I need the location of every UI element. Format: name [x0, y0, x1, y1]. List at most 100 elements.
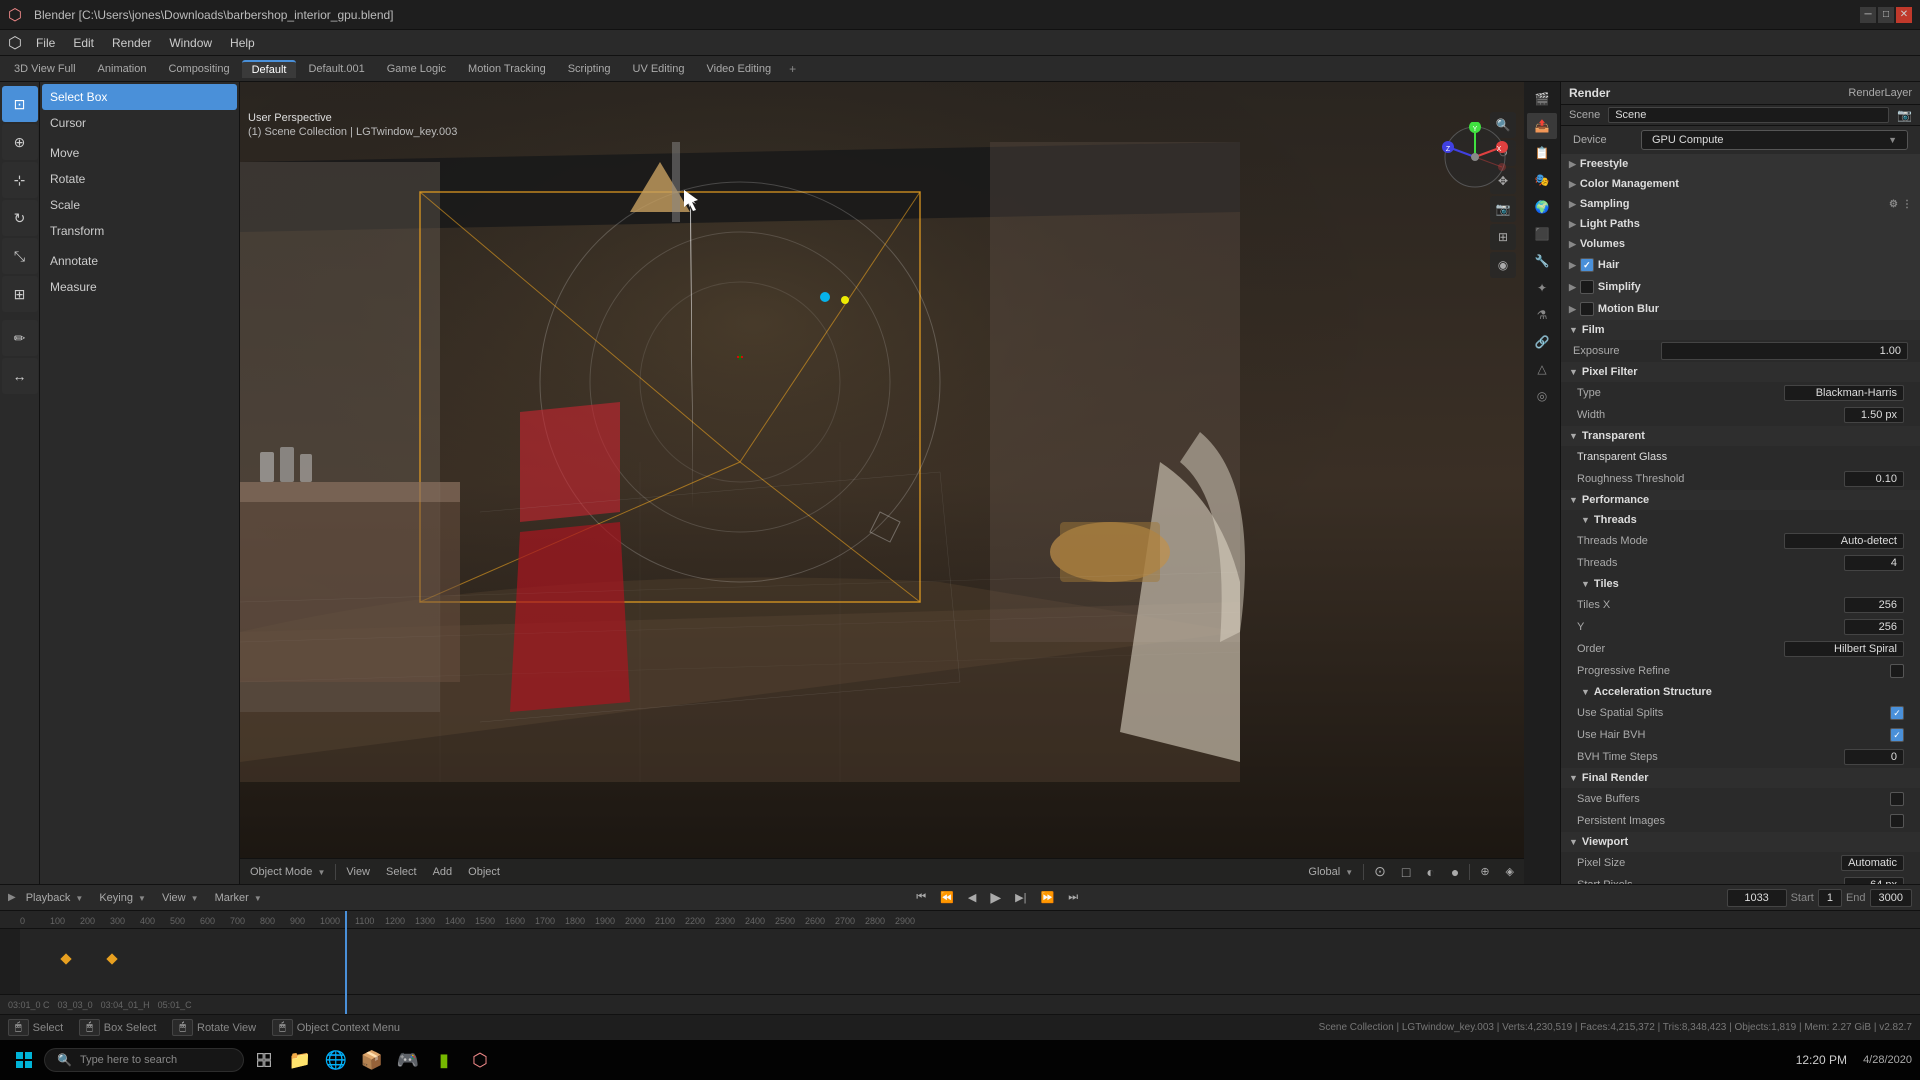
taskbar-nvidia[interactable]: ▮ — [428, 1044, 460, 1076]
viewport-section-header[interactable]: ▼ Viewport — [1561, 832, 1920, 852]
motion-blur-header[interactable]: ▶ Motion Blur — [1561, 298, 1920, 320]
end-frame-display[interactable]: 3000 — [1870, 889, 1912, 907]
taskbar-app-1[interactable]: 🎮 — [392, 1044, 424, 1076]
tiles-order-value[interactable]: Hilbert Spiral — [1784, 641, 1904, 657]
accel-subheader[interactable]: ▼ Acceleration Structure — [1561, 682, 1920, 702]
save-buffers-checkbox[interactable] — [1890, 792, 1904, 806]
pf-type-value[interactable]: Blackman-Harris — [1784, 385, 1904, 401]
vp-xray-btn[interactable]: ◈ — [1500, 863, 1520, 880]
threads-subheader[interactable]: ▼ Threads — [1561, 510, 1920, 530]
vp-material-preview-btn[interactable]: ◐ — [1420, 862, 1440, 882]
close-button[interactable]: ✕ — [1896, 7, 1912, 23]
pf-width-value[interactable]: 1.50 px — [1844, 407, 1904, 423]
tab-game-logic[interactable]: Game Logic — [377, 61, 456, 77]
box-select-mouse-btn[interactable]: 🖱 — [79, 1019, 100, 1036]
film-header[interactable]: ▼ Film — [1561, 320, 1920, 340]
windows-start-button[interactable] — [8, 1044, 40, 1076]
progressive-refine-checkbox[interactable] — [1890, 664, 1904, 678]
tool-name-transform[interactable]: Transform — [42, 218, 237, 244]
tl-play-pause[interactable]: ▶ — [984, 887, 1007, 908]
hair-header[interactable]: ▶ ✓ Hair — [1561, 254, 1920, 276]
vp-global-shading[interactable]: Global ▼ — [1302, 864, 1359, 880]
motion-blur-checkbox[interactable] — [1580, 302, 1594, 316]
tl-keying-menu[interactable]: Keying ▼ — [93, 890, 152, 906]
vp-camera-icon[interactable]: 📷 — [1490, 196, 1516, 222]
menu-edit[interactable]: Edit — [65, 34, 102, 52]
vp-add-button[interactable]: Add — [427, 864, 459, 880]
taskbar-store[interactable]: 📦 — [356, 1044, 388, 1076]
tl-next-frame[interactable]: ▶| — [1009, 889, 1032, 906]
volumes-header[interactable]: ▶ Volumes — [1561, 234, 1920, 254]
hair-bvh-checkbox[interactable]: ✓ — [1890, 728, 1904, 742]
exposure-input[interactable]: 1.00 — [1661, 342, 1908, 360]
tool-name-select-box[interactable]: Select Box — [42, 84, 237, 110]
vp-object-button[interactable]: Object — [462, 864, 506, 880]
tab-3d-view-full[interactable]: 3D View Full — [4, 61, 86, 77]
vp-solid-btn[interactable]: □ — [1396, 862, 1416, 882]
simplify-header[interactable]: ▶ Simplify — [1561, 276, 1920, 298]
menu-file[interactable]: File — [28, 34, 63, 52]
threads-count-value[interactable]: 4 — [1844, 555, 1904, 571]
sampling-settings-icon[interactable]: ⚙ — [1889, 199, 1898, 210]
scene-selector-value[interactable]: Scene — [1608, 107, 1889, 123]
spatial-splits-checkbox[interactable]: ✓ — [1890, 706, 1904, 720]
vp-wireframe-btn[interactable]: ⊙ — [1368, 861, 1392, 882]
tool-name-rotate[interactable]: Rotate — [42, 166, 237, 192]
tiles-x-value[interactable]: 256 — [1844, 597, 1904, 613]
menu-help[interactable]: Help — [222, 34, 263, 52]
roughness-value[interactable]: 0.10 — [1844, 471, 1904, 487]
performance-header[interactable]: ▼ Performance — [1561, 490, 1920, 510]
tab-default[interactable]: Default — [242, 60, 297, 78]
vp-view-button[interactable]: View — [340, 864, 376, 880]
properties-scroll[interactable]: Device GPU Compute ▼ ▶ Freestyle ▶ Color… — [1561, 126, 1920, 884]
tool-name-scale[interactable]: Scale — [42, 192, 237, 218]
vp-rendered-btn[interactable]: ● — [1445, 862, 1465, 882]
pixel-filter-header[interactable]: ▼ Pixel Filter — [1561, 362, 1920, 382]
tool-name-move[interactable]: Move — [42, 140, 237, 166]
viewport-gizmo[interactable]: X Y Z — [1440, 122, 1510, 192]
tl-view-menu[interactable]: View ▼ — [156, 890, 205, 906]
prop-constraints-btn[interactable]: 🔗 — [1527, 329, 1557, 355]
sampling-header[interactable]: ▶ Sampling ⚙ ⋮ — [1561, 194, 1920, 214]
vp-overlay-btn[interactable]: ⊕ — [1474, 863, 1495, 880]
obj-context-mouse-btn[interactable]: 🖱 — [272, 1019, 293, 1036]
prop-world-btn[interactable]: 🌍 — [1527, 194, 1557, 220]
freestyle-header[interactable]: ▶ Freestyle — [1561, 154, 1920, 174]
tab-add-button[interactable]: + — [783, 60, 802, 78]
tl-prev-keyframe[interactable]: ⏪ — [934, 889, 960, 906]
tl-next-keyframe[interactable]: ⏩ — [1034, 889, 1060, 906]
tool-name-cursor[interactable]: Cursor — [42, 110, 237, 136]
tab-animation[interactable]: Animation — [88, 61, 157, 77]
threads-mode-value[interactable]: Auto-detect — [1784, 533, 1904, 549]
tool-move[interactable]: ⊹ — [2, 162, 38, 198]
prop-render-btn[interactable]: 🎬 — [1527, 86, 1557, 112]
tl-jump-end[interactable]: ⏭ — [1062, 889, 1084, 906]
tool-cursor[interactable]: ⊕ — [2, 124, 38, 160]
select-mouse-btn[interactable]: 🖱 — [8, 1019, 29, 1036]
start-frame-display[interactable]: 1 — [1818, 889, 1842, 907]
sampling-more-icon[interactable]: ⋮ — [1902, 199, 1912, 210]
menu-render[interactable]: Render — [104, 34, 159, 52]
tl-marker-menu[interactable]: Marker ▼ — [209, 890, 268, 906]
taskbar-file-explorer[interactable]: 📁 — [284, 1044, 316, 1076]
hair-checkbox[interactable]: ✓ — [1580, 258, 1594, 272]
tool-name-measure[interactable]: Measure — [42, 274, 237, 300]
taskbar-search[interactable]: 🔍 Type here to search — [44, 1048, 244, 1072]
tool-name-annotate[interactable]: Annotate — [42, 248, 237, 274]
maximize-button[interactable]: □ — [1878, 7, 1894, 23]
tool-annotate[interactable]: ✏ — [2, 320, 38, 356]
taskbar-blender-active[interactable]: ⬡ — [464, 1044, 496, 1076]
prop-object-btn[interactable]: ⬛ — [1527, 221, 1557, 247]
keyframe-1[interactable] — [60, 953, 71, 964]
current-frame-display[interactable]: 1033 — [1727, 889, 1787, 907]
rotate-view-mouse-btn[interactable]: 🖱 — [172, 1019, 193, 1036]
bvh-steps-value[interactable]: 0 — [1844, 749, 1904, 765]
keyframe-2[interactable] — [106, 953, 117, 964]
tab-video-editing[interactable]: Video Editing — [696, 61, 781, 77]
prop-view-layer-btn[interactable]: 📋 — [1527, 140, 1557, 166]
tool-transform[interactable]: ⊞ — [2, 276, 38, 312]
titlebar-controls[interactable]: ─ □ ✕ — [1860, 7, 1912, 23]
minimize-button[interactable]: ─ — [1860, 7, 1876, 23]
tiles-subheader[interactable]: ▼ Tiles — [1561, 574, 1920, 594]
color-management-header[interactable]: ▶ Color Management — [1561, 174, 1920, 194]
